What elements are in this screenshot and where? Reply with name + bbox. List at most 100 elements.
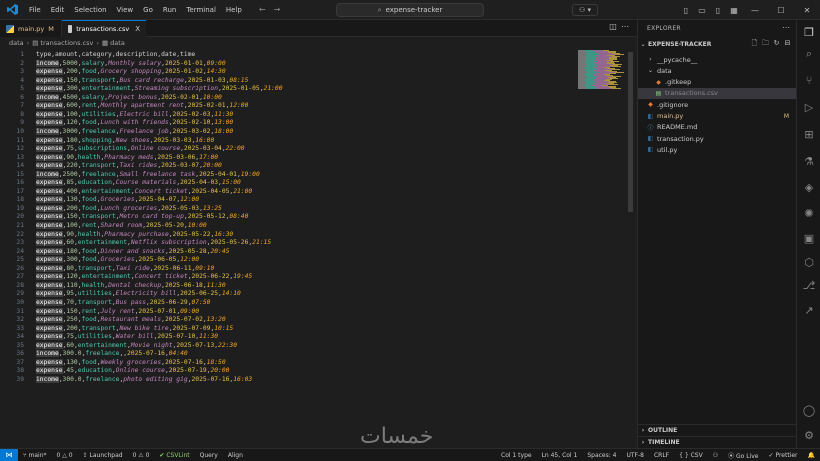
copilot-button[interactable]: ⚇ ▾ [572,4,598,16]
tab-main-py[interactable]: main.py M [0,20,62,37]
explorer-files-icon[interactable]: ❐ [797,22,820,42]
status-eol[interactable]: CRLF [649,452,674,459]
minimap[interactable] [578,50,628,90]
accounts-icon[interactable]: ◯ [797,400,820,420]
breadcrumb-symbol[interactable]: data [110,39,125,47]
toggle-panel-icon[interactable]: ▭ [694,6,710,15]
copilot-chat-icon[interactable]: ✺ [797,203,820,223]
new-file-icon[interactable]: 🗋 [749,39,760,50]
minimize-icon[interactable]: — [742,6,768,15]
testing-icon[interactable]: ⚗ [797,151,820,171]
git-graph-icon[interactable]: ⎇ [797,275,820,295]
breadcrumb-file[interactable]: transactions.csv [40,39,93,47]
remote-explorer-icon[interactable]: ▣ [797,228,820,248]
search-icon[interactable]: ⌕ [797,44,820,64]
live-share-icon[interactable]: ↗ [797,300,820,320]
tree-item-label: .gitignore [657,100,689,109]
tree-item-label: transaction.py [657,134,704,143]
close-window-icon[interactable]: ✕ [794,6,820,15]
root-folder-label: EXPENSE-TRACKER [648,41,712,48]
editor-scrollbar[interactable] [628,52,633,212]
tree-item-readme-md[interactable]: ⓘ README.md [638,122,797,133]
status-prettier[interactable]: ✓ Prettier [764,452,803,459]
remote-indicator-icon[interactable]: ⋈ [0,448,18,461]
command-center-search[interactable]: ⌕ expense-tracker [336,3,484,17]
minimap-line [612,66,621,67]
status-csvlint[interactable]: ✔ CSVLint [154,452,194,459]
status-align[interactable]: Align [223,452,248,459]
tree-item--pycache-[interactable]: › __pycache__ [638,54,797,65]
tree-item-label: main.py [657,112,684,120]
customize-layout-icon[interactable]: ▦ [726,6,742,15]
back-arrow-icon[interactable]: ← [255,5,270,14]
chevron-right-icon: › [641,438,645,446]
menu-go[interactable]: Go [138,0,158,20]
menu-view[interactable]: View [112,0,139,20]
maximize-icon[interactable]: ☐ [768,6,794,15]
status-sync[interactable]: 0 △ 0 [52,452,78,459]
status-golive[interactable]: ⦿ Go Live [723,451,763,460]
toggle-primary-sidebar-icon[interactable]: ▯ [678,6,694,15]
tree-item--gitkeep[interactable]: ◆ .gitkeep [638,77,797,88]
git-file-icon: ◆ [648,101,653,109]
chevron-right-icon: › [641,426,645,434]
explorer-root-folder[interactable]: ⌄ EXPENSE-TRACKER 🗋 🗀 ↻ ⊟ [638,39,797,50]
menu-help[interactable]: Help [221,0,247,20]
status-branch[interactable]: ⑂ main* [18,452,52,459]
refresh-icon[interactable]: ↻ [771,39,782,50]
csvlint-label: CSVLint [166,451,190,459]
extensions-icon[interactable]: ⊞ [797,124,820,144]
python-file-icon [6,24,14,33]
menu-run[interactable]: Run [158,0,181,20]
command-center-label: expense-tracker [385,6,443,14]
tree-item-transaction-py[interactable]: ◧ transaction.py [638,133,797,144]
status-language[interactable]: { } CSV [674,452,708,459]
manage-gear-icon[interactable]: ⚙ [797,425,820,445]
tab-transactions-csv[interactable]: transactions.csv X [62,20,146,37]
python-icon[interactable]: ◈ [797,177,820,197]
golive-label: Go Live [736,453,759,460]
timeline-section[interactable]: › TIMELINE [638,436,797,447]
tree-item-main-py[interactable]: ◧ main.py M [638,111,797,122]
status-column[interactable]: Col 1 type [496,452,537,459]
status-encoding[interactable]: UTF-8 [621,452,649,459]
status-query[interactable]: Query [195,452,223,459]
menu-edit[interactable]: Edit [46,0,70,20]
line-text: income,300.0,freelance,photo editing gig… [36,375,253,383]
folder-open-icon: ⌄ [647,67,654,75]
python-file-icon: ◧ [647,112,654,120]
breadcrumb-folder[interactable]: data [9,39,24,47]
python-file-icon: ◧ [647,146,654,154]
menu-selection[interactable]: Selection [69,0,111,20]
code-line[interactable]: 39 income,300.0,freelance,photo editing g… [0,375,580,384]
code-editor[interactable]: 1 type,amount,category,description,date,t… [0,50,580,448]
close-tab-icon[interactable]: X [135,25,140,33]
more-actions-icon[interactable]: ⋯ [782,23,790,32]
tree-item-label: transactions.csv [665,89,718,98]
tree-item-data[interactable]: ⌄ data [638,65,797,76]
outline-section[interactable]: › OUTLINE [638,424,797,435]
tree-item-label: .gitkeep [665,78,692,87]
collapse-all-icon[interactable]: ⊟ [782,39,793,50]
notifications-bell-icon[interactable]: 🔔 [803,452,820,459]
status-problems[interactable]: 0 ⚠ 0 [128,452,155,459]
docker-icon[interactable]: ⬡ [797,252,820,272]
menu-file[interactable]: File [24,0,46,20]
toggle-secondary-sidebar-icon[interactable]: ▯ [710,6,726,15]
tree-item--gitignore[interactable]: ◆ .gitignore [638,99,797,110]
more-actions-icon[interactable]: ⋯ [619,22,631,31]
status-cursor-position[interactable]: Ln 45, Col 1 [537,452,583,459]
menu-terminal[interactable]: Terminal [181,0,221,20]
status-indentation[interactable]: Spaces: 4 [582,452,621,459]
source-control-icon[interactable]: ⑂ [797,70,820,90]
split-editor-icon[interactable]: ◫ [607,22,619,31]
chevron-right-icon: › [96,39,100,47]
status-copilot-icon[interactable]: ⚇ [708,452,723,459]
minimap-line [614,54,624,55]
tree-item-util-py[interactable]: ◧ util.py [638,144,797,155]
tree-item-transactions-csv[interactable]: ▤ transactions.csv [638,87,797,99]
forward-arrow-icon[interactable]: → [270,5,285,14]
run-debug-icon[interactable]: ▷ [797,97,820,117]
new-folder-icon[interactable]: 🗀 [760,39,771,50]
status-launchpad[interactable]: ⇪ Launchpad [78,452,128,459]
